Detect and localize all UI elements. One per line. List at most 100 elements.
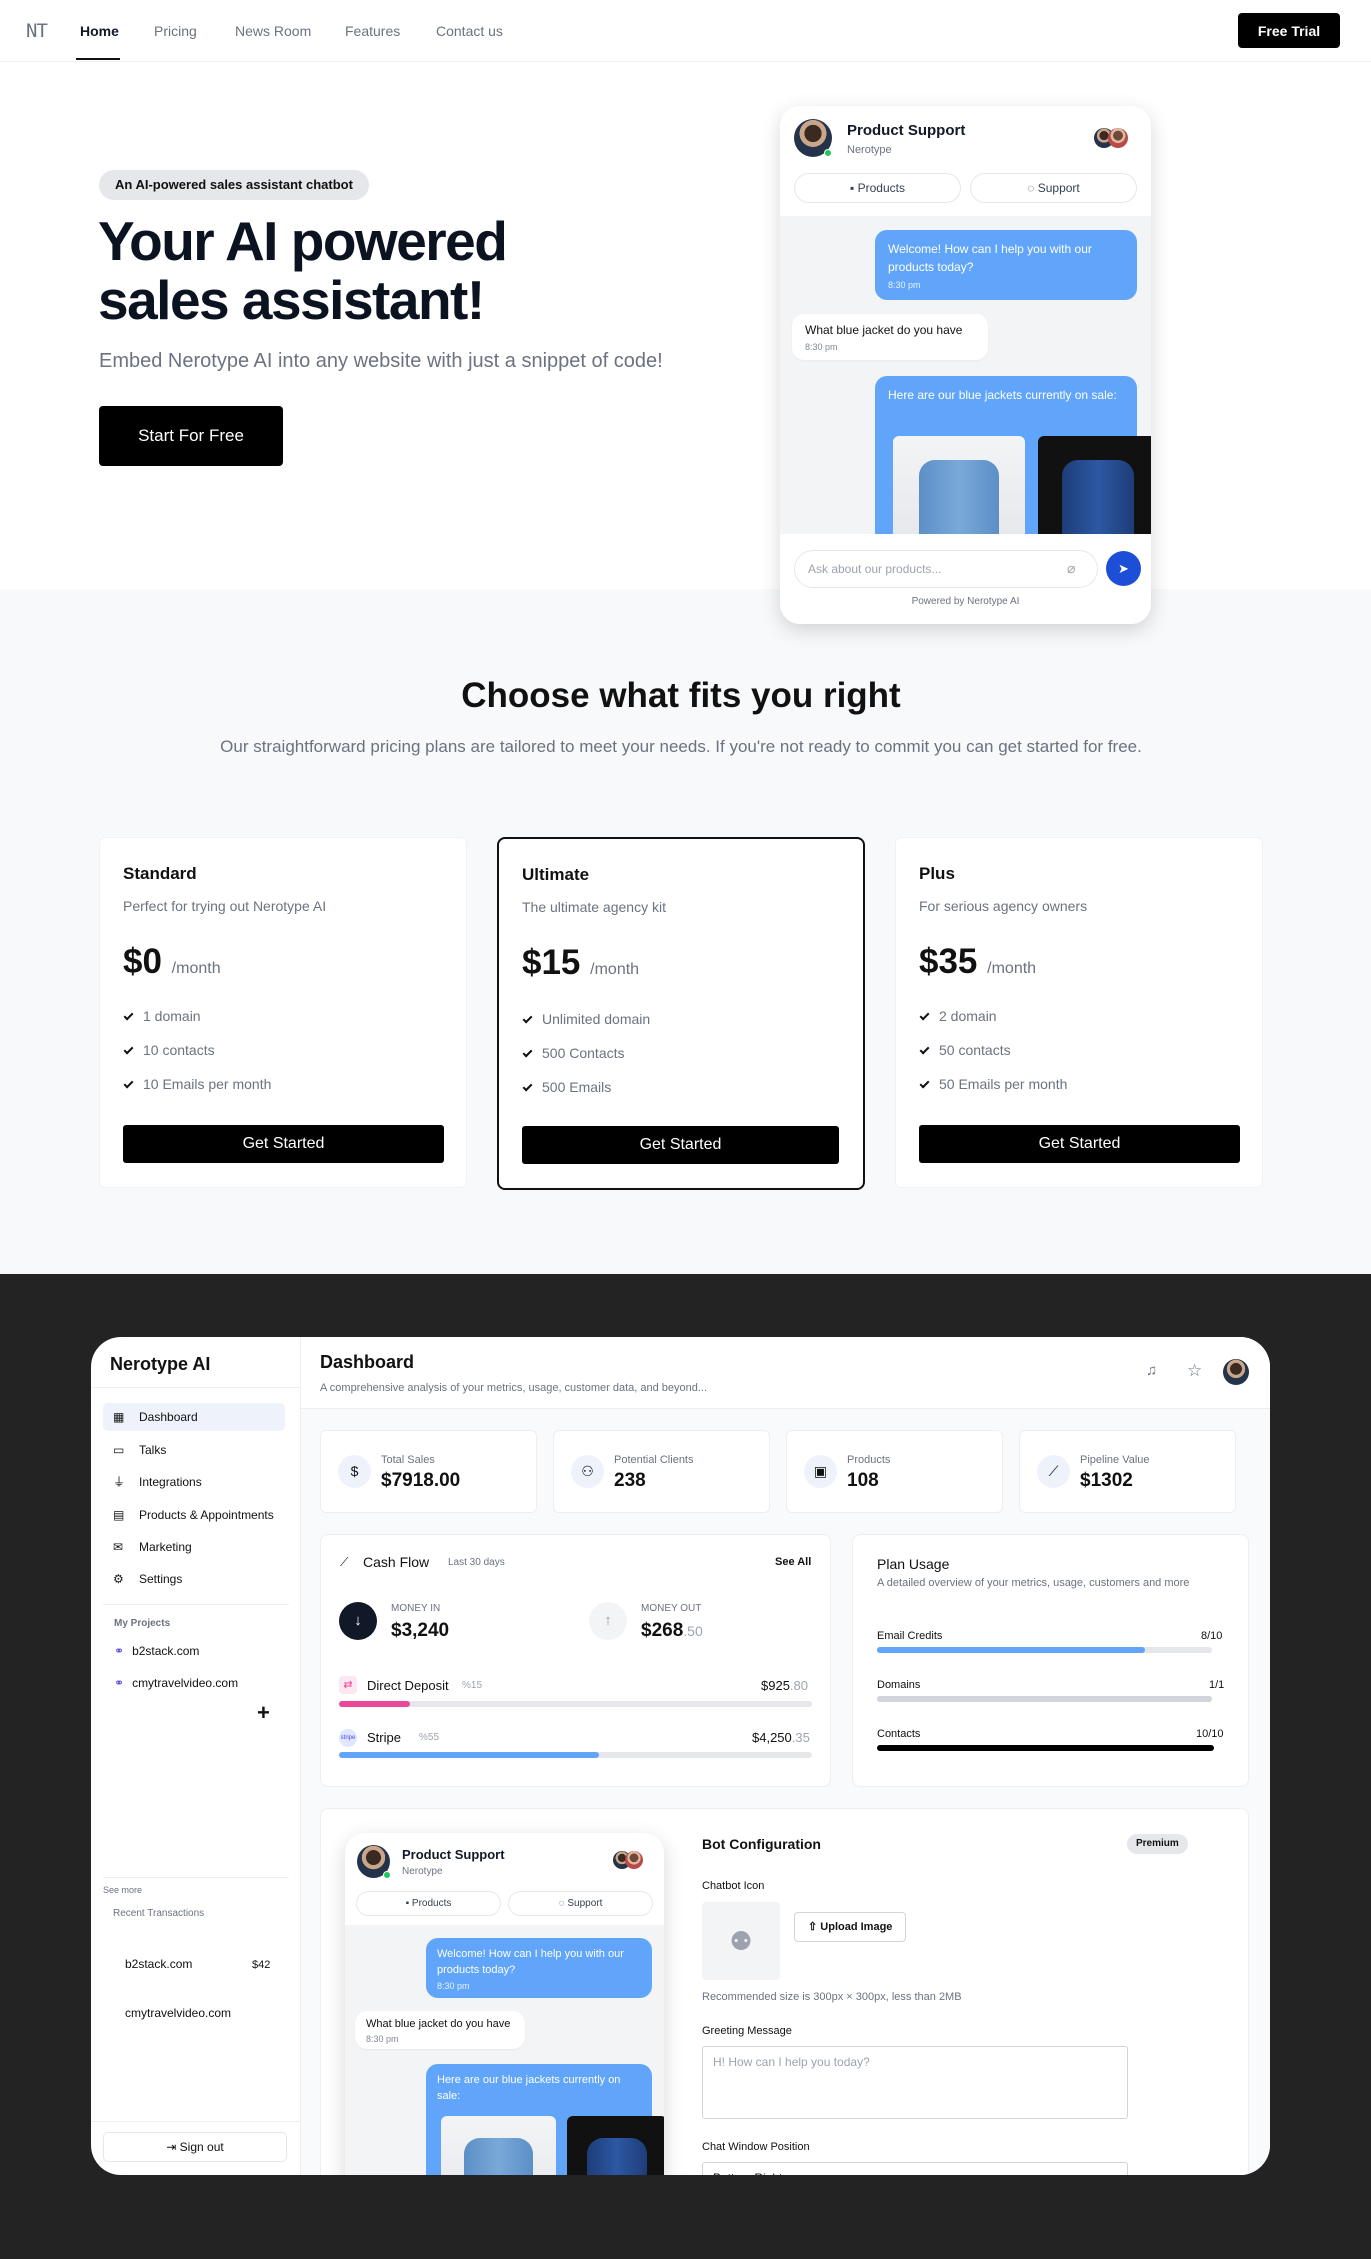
tab-support[interactable]: ◌ Support bbox=[970, 173, 1137, 203]
tab-products[interactable]: ▪ Products bbox=[794, 173, 961, 203]
plan-price: $15 /month bbox=[522, 943, 639, 983]
tab-support-label: Support bbox=[1037, 181, 1080, 195]
chart-icon: ⟋ bbox=[340, 1555, 349, 1569]
sidebar-item-label: Marketing bbox=[139, 1540, 192, 1554]
sidebar-item-label: Settings bbox=[139, 1572, 183, 1586]
dollar-icon: $ bbox=[338, 1455, 371, 1488]
message-time: 8:30 pm bbox=[888, 280, 921, 290]
check-icon bbox=[123, 1044, 134, 1055]
top-navbar: NT Home Pricing News Room Features Conta… bbox=[0, 0, 1371, 62]
stripe-icon: stripe bbox=[339, 1729, 357, 1747]
sidebar-item-dashboard[interactable]: ▦ Dashboard bbox=[103, 1403, 285, 1431]
feature-text: 50 contacts bbox=[939, 1042, 1011, 1058]
arrow-down-icon: ↓ bbox=[339, 1602, 377, 1640]
sidebar-item-label: Integrations bbox=[139, 1475, 202, 1489]
greeting-message-input[interactable]: H! How can I help you today? bbox=[702, 2046, 1128, 2119]
bell-icon[interactable]: ♫ bbox=[1146, 1362, 1157, 1379]
message-time: 8:30 pm bbox=[366, 2034, 399, 2044]
send-icon[interactable]: ➤ bbox=[1106, 551, 1141, 586]
projects-heading: My Projects bbox=[114, 1618, 171, 1629]
chat-input[interactable]: Ask about our products... bbox=[794, 550, 1098, 588]
sidebar-item-marketing[interactable]: ✉ Marketing bbox=[103, 1533, 285, 1561]
mail-icon: ✉ bbox=[113, 1540, 124, 1554]
transaction-name: cmytravelvideo.com bbox=[125, 2006, 232, 2020]
star-icon[interactable]: ☆ bbox=[1187, 1361, 1202, 1381]
plan-card-ultimate: Ultimate The ultimate agency kit $15 /mo… bbox=[497, 837, 865, 1190]
grid-icon: ▦ bbox=[113, 1410, 125, 1424]
price-period: /month bbox=[171, 960, 221, 977]
get-started-button[interactable]: Get Started bbox=[919, 1125, 1240, 1163]
add-project-icon[interactable]: + bbox=[257, 1700, 270, 1726]
see-all-link[interactable]: See All bbox=[775, 1556, 811, 1568]
tab-support[interactable]: ◌ Support bbox=[508, 1891, 653, 1916]
check-icon bbox=[522, 1081, 533, 1092]
sidebar-item-integrations[interactable]: ⏚ Integrations bbox=[103, 1468, 285, 1496]
nav-link-home[interactable]: Home bbox=[80, 23, 119, 39]
stat-value: $1302 bbox=[1080, 1470, 1133, 1491]
logo[interactable]: NT bbox=[26, 20, 48, 42]
sidebar-item-settings[interactable]: ⚙ Settings bbox=[103, 1565, 285, 1593]
money-out-main: $268 bbox=[641, 1620, 684, 1641]
usage-bar bbox=[877, 1647, 1212, 1653]
progress-fill bbox=[339, 1752, 600, 1758]
product-image-denim-jacket[interactable] bbox=[893, 436, 1025, 546]
robot-icon: ⚉ bbox=[702, 1902, 780, 1980]
chat-widget-preview: Product Support Nerotype ▪ Products ◌ Su… bbox=[780, 106, 1151, 624]
usage-value: 8/10 bbox=[1201, 1630, 1223, 1642]
upload-image-button[interactable]: ⇧ Upload Image bbox=[794, 1912, 907, 1942]
get-started-button[interactable]: Get Started bbox=[123, 1125, 444, 1163]
price-period: /month bbox=[590, 961, 640, 978]
window-position-label: Chat Window Position bbox=[702, 2141, 810, 2153]
usage-label: Domains bbox=[877, 1679, 921, 1691]
price-period: /month bbox=[987, 960, 1037, 977]
logout-icon: ⇥ bbox=[166, 2140, 180, 2154]
project-item[interactable]: ⚭ cmytravelvideo.com bbox=[114, 1676, 238, 1690]
project-item[interactable]: ⚭ b2stack.com bbox=[114, 1644, 199, 1658]
divider bbox=[103, 1604, 289, 1605]
sidebar-item-label: Products & Appointments bbox=[139, 1508, 274, 1522]
stat-value: 108 bbox=[847, 1470, 879, 1491]
plan-usage-subtitle: A detailed overview of your metrics, usa… bbox=[877, 1577, 1190, 1589]
paperclip-icon[interactable]: ⌀ bbox=[1067, 560, 1075, 577]
get-started-button[interactable]: Get Started bbox=[522, 1126, 839, 1164]
window-position-select[interactable]: Bottom Right bbox=[702, 2162, 1128, 2175]
sidebar-item-talks[interactable]: ▭ Talks bbox=[103, 1436, 285, 1464]
brand-name[interactable]: Nerotype AI bbox=[110, 1354, 210, 1375]
progress-bar bbox=[339, 1752, 812, 1758]
feature-text: 10 Emails per month bbox=[143, 1076, 272, 1092]
row-percent: %55 bbox=[419, 1732, 440, 1743]
jacket-shape bbox=[464, 2138, 533, 2175]
usage-value: 10/10 bbox=[1196, 1728, 1224, 1740]
feature-text: 500 Contacts bbox=[542, 1045, 625, 1061]
plan-description: The ultimate agency kit bbox=[522, 899, 666, 915]
recent-transactions-heading: Recent Transactions bbox=[113, 1908, 205, 1919]
hero-badge: An AI-powered sales assistant chatbot bbox=[99, 170, 369, 200]
project-icon: ⚭ bbox=[114, 1644, 125, 1658]
chat-subtitle: Nerotype bbox=[402, 1866, 443, 1877]
nav-link-features[interactable]: Features bbox=[345, 23, 400, 39]
calendar-icon: ▣ bbox=[804, 1455, 837, 1488]
powered-by: Powered by Nerotype AI bbox=[911, 596, 1020, 607]
check-icon bbox=[919, 1044, 930, 1055]
sidebar-item-products-appointments[interactable]: ▤ Products & Appointments bbox=[103, 1501, 285, 1529]
see-more-link[interactable]: See more bbox=[103, 1885, 142, 1895]
tab-products[interactable]: ▪ Products bbox=[356, 1891, 501, 1916]
free-trial-button[interactable]: Free Trial bbox=[1238, 13, 1340, 48]
bot-message-text: Here are our blue jackets currently on s… bbox=[888, 388, 1117, 402]
sign-out-button[interactable]: ⇥ Sign out bbox=[103, 2132, 287, 2162]
user-avatar[interactable] bbox=[1223, 1359, 1249, 1385]
user-message: What blue jacket do you have 8:30 pm bbox=[355, 2011, 525, 2049]
hero-title-line-1: Your AI powered bbox=[98, 210, 508, 272]
start-for-free-button[interactable]: Start For Free bbox=[99, 406, 283, 466]
product-image-denim-jacket[interactable] bbox=[441, 2116, 556, 2175]
headset-icon: ◌ bbox=[1027, 181, 1038, 195]
nav-link-news-room[interactable]: News Room bbox=[235, 23, 311, 39]
tab-support-label: Support bbox=[567, 1898, 603, 1909]
usage-bar bbox=[877, 1696, 1212, 1702]
plan-feature: 50 Emails per month bbox=[919, 1076, 1067, 1092]
nav-link-pricing[interactable]: Pricing bbox=[154, 23, 197, 39]
progress-bar bbox=[339, 1701, 812, 1707]
nav-link-contact[interactable]: Contact us bbox=[436, 23, 503, 39]
product-image-navy-jacket[interactable] bbox=[567, 2116, 664, 2175]
product-image-navy-jacket[interactable] bbox=[1038, 436, 1151, 546]
